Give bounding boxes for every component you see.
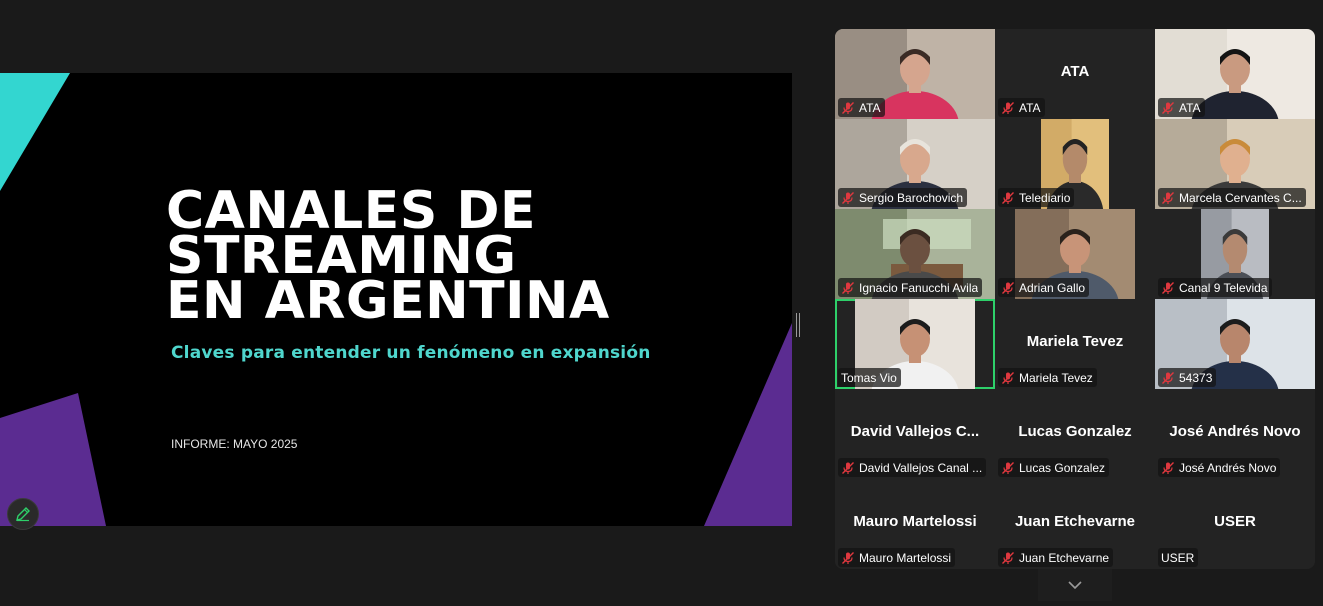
participant-tile[interactable]: Adrian Gallo: [995, 209, 1155, 299]
participant-name-tag: Mariela Tevez: [998, 368, 1097, 387]
muted-mic-icon: [1002, 371, 1014, 384]
participant-name: Sergio Barochovich: [859, 190, 964, 205]
participant-name-tag: 54373: [1158, 368, 1217, 387]
participant-display-name: Mauro Martelossi: [853, 513, 977, 530]
participant-tile[interactable]: ATA: [835, 29, 995, 119]
participant-name: ATA: [1019, 100, 1041, 115]
participant-name: USER: [1161, 550, 1195, 565]
participant-name-tag: ATA: [1158, 98, 1205, 117]
participant-tile[interactable]: Sergio Barochovich: [835, 119, 995, 209]
participant-name-tag: Marcela Cervantes C...: [1158, 188, 1306, 207]
participant-name: Juan Etchevarne: [1019, 550, 1110, 565]
participant-display-name: Lucas Gonzalez: [1018, 423, 1132, 440]
participant-tile[interactable]: Lucas Gonzalez Lucas Gonzalez: [995, 389, 1155, 479]
participant-tile[interactable]: Mauro Martelossi Mauro Martelossi: [835, 479, 995, 569]
participant-name-tag: Mauro Martelossi: [838, 548, 956, 567]
muted-mic-icon: [1162, 191, 1174, 204]
participant-name: 54373: [1179, 370, 1213, 385]
participant-display-name: Mariela Tevez: [1026, 333, 1124, 350]
muted-mic-icon: [1002, 461, 1014, 474]
muted-mic-icon: [1002, 191, 1014, 204]
gallery-scroll-down-button[interactable]: [1038, 569, 1112, 601]
pencil-icon: [16, 507, 30, 522]
participant-tile[interactable]: Tomas Vio: [835, 299, 995, 389]
participant-name: David Vallejos Canal ...: [859, 460, 983, 475]
participant-name-tag: ATA: [998, 98, 1045, 117]
slide-title-line: EN ARGENTINA: [166, 271, 610, 331]
participant-tile[interactable]: 54373: [1155, 299, 1315, 389]
participant-tile[interactable]: Ignacio Fanucchi Avila: [835, 209, 995, 299]
participant-name: ATA: [1179, 100, 1201, 115]
muted-mic-icon: [842, 281, 854, 294]
participant-name: ATA: [859, 100, 881, 115]
participant-tile[interactable]: USER USER: [1155, 479, 1315, 569]
participant-name-tag: David Vallejos Canal ...: [838, 458, 987, 477]
participant-name-tag: ATA: [838, 98, 885, 117]
participant-name-tag: José Andrés Novo: [1158, 458, 1281, 477]
participant-name-tag: Telediario: [998, 188, 1075, 207]
participant-display-name: ATA: [1060, 63, 1090, 80]
participant-name-tag: USER: [1158, 548, 1199, 567]
muted-mic-icon: [1002, 551, 1014, 564]
participant-tile[interactable]: Telediario: [995, 119, 1155, 209]
participant-name: Telediario: [1019, 190, 1071, 205]
muted-mic-icon: [842, 461, 854, 474]
participant-display-name: Juan Etchevarne: [1014, 513, 1136, 530]
participant-name: Ignacio Fanucchi Avila: [859, 280, 979, 295]
participant-display-name: José Andrés Novo: [1169, 423, 1301, 440]
muted-mic-icon: [842, 191, 854, 204]
participant-name-tag: Juan Etchevarne: [998, 548, 1114, 567]
participant-name-tag: Lucas Gonzalez: [998, 458, 1110, 477]
slide-subtitle: Claves para entender un fenómeno en expa…: [171, 343, 651, 363]
chevron-down-icon: [1068, 581, 1082, 590]
participant-tile[interactable]: ATA ATA: [995, 29, 1155, 119]
muted-mic-icon: [1162, 461, 1174, 474]
participant-tile[interactable]: Mariela Tevez Mariela Tevez: [995, 299, 1155, 389]
participant-name: Lucas Gonzalez: [1019, 460, 1106, 475]
participant-name: Tomas Vio: [841, 370, 897, 385]
participant-name: Mariela Tevez: [1019, 370, 1093, 385]
muted-mic-icon: [1162, 101, 1174, 114]
participant-tile[interactable]: José Andrés Novo José Andrés Novo: [1155, 389, 1315, 479]
participant-tile[interactable]: Canal 9 Televida: [1155, 209, 1315, 299]
participant-tile[interactable]: David Vallejos C... David Vallejos Canal …: [835, 389, 995, 479]
participant-name: Mauro Martelossi: [859, 550, 952, 565]
muted-mic-icon: [1002, 281, 1014, 294]
muted-mic-icon: [1162, 281, 1174, 294]
participant-name-tag: Tomas Vio: [838, 368, 901, 387]
participant-tile[interactable]: Marcela Cervantes C...: [1155, 119, 1315, 209]
participant-tile[interactable]: Juan Etchevarne Juan Etchevarne: [995, 479, 1155, 569]
participant-name: Canal 9 Televida: [1179, 280, 1268, 295]
slide-report-date: INFORME: MAYO 2025: [171, 437, 298, 451]
participant-name: Adrian Gallo: [1019, 280, 1086, 295]
participant-gallery: ATA ATA ATA ATA Sergio Barochovich Telediario…: [835, 29, 1315, 569]
participant-tile[interactable]: ATA: [1155, 29, 1315, 119]
shared-screen-slide: CANALES DE STREAMING EN ARGENTINA Claves…: [0, 73, 792, 526]
muted-mic-icon: [1162, 371, 1174, 384]
participant-name: Marcela Cervantes C...: [1179, 190, 1302, 205]
participant-name-tag: Sergio Barochovich: [838, 188, 968, 207]
participant-name-tag: Adrian Gallo: [998, 278, 1090, 297]
participant-display-name: David Vallejos C...: [850, 423, 980, 440]
muted-mic-icon: [1002, 101, 1014, 114]
slide-title: CANALES DE STREAMING EN ARGENTINA: [166, 185, 610, 331]
participant-display-name: USER: [1214, 513, 1256, 530]
muted-mic-icon: [842, 551, 854, 564]
participant-name-tag: Canal 9 Televida: [1158, 278, 1272, 297]
annotate-button[interactable]: [7, 498, 39, 530]
panel-resize-handle[interactable]: [796, 313, 800, 337]
muted-mic-icon: [842, 101, 854, 114]
participant-name-tag: Ignacio Fanucchi Avila: [838, 278, 983, 297]
participant-name: José Andrés Novo: [1179, 460, 1277, 475]
